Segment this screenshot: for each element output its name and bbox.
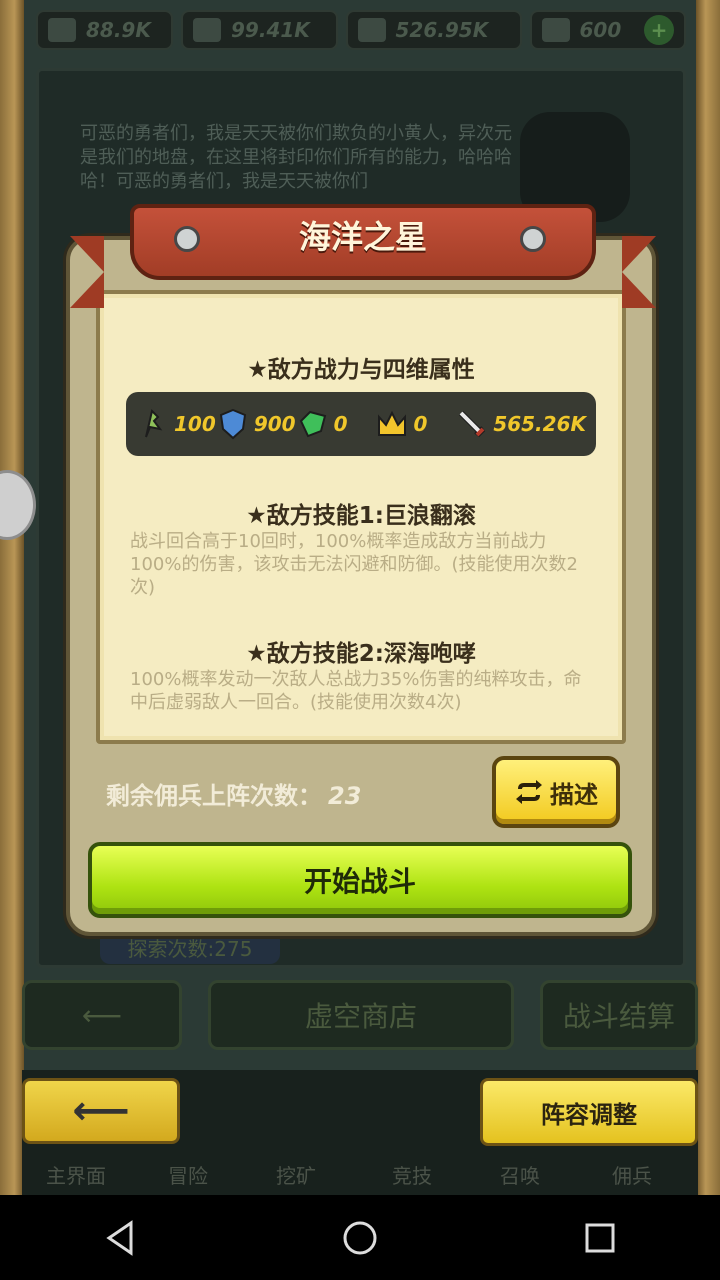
emerald-icon [299, 410, 326, 438]
stat-power: 565.26K [455, 407, 586, 441]
agility-icon [145, 409, 163, 438]
swap-arrows-icon [516, 780, 542, 804]
nav-home: 主界面 [46, 1164, 106, 1188]
skill2-heading: ★敌方技能2:深海咆哮 [246, 641, 476, 667]
remaining-deploys: 剩余佣兵上阵次数： 23 [106, 776, 361, 811]
gold-coin-icon [357, 18, 386, 42]
home-nav-icon[interactable] [330, 1208, 390, 1268]
stat-crown: 0 [375, 407, 455, 441]
resource-exp: 99.41K [181, 10, 338, 50]
add-gem-icon[interactable]: + [644, 15, 674, 45]
enemy-stats-bar: 100 900 0 0 565.26K [126, 392, 596, 456]
shield-icon [219, 408, 246, 440]
start-battle-button[interactable]: 开始战斗 [88, 842, 632, 918]
resource-value: 88.9K [86, 18, 151, 42]
remaining-value: 23 [328, 782, 362, 810]
stat-value: 100 [174, 412, 216, 436]
stat-defense: 900 [216, 407, 296, 441]
frame-border-left [0, 0, 24, 1195]
resource-value: 526.95K [395, 18, 489, 42]
stat-emerald: 0 [296, 407, 376, 441]
nav-arena: 竞技 [392, 1164, 432, 1188]
frame-border-right [696, 0, 720, 1195]
describe-button[interactable]: 描述 [492, 756, 620, 828]
nav-summon: 召唤 [500, 1164, 540, 1188]
resource-bar: 88.9K 99.41K 526.95K 600 + [36, 10, 686, 52]
stat-value: 0 [333, 412, 348, 436]
stat-value: 0 [413, 412, 428, 436]
describe-label: 描述 [550, 780, 598, 809]
resource-value: 600 [579, 18, 622, 42]
crown-icon [378, 410, 407, 436]
resource-value: 99.41K [231, 18, 310, 42]
resource-sword: 88.9K [36, 10, 174, 50]
back-button[interactable]: ⟵ [22, 1078, 180, 1144]
remaining-label: 剩余佣兵上阵次数： [106, 782, 322, 810]
system-nav-bar [0, 1195, 720, 1280]
stat-value: 900 [253, 412, 296, 436]
back-nav-icon[interactable] [90, 1208, 150, 1268]
lineup-adjust-button[interactable]: 阵容调整 [480, 1078, 698, 1146]
back-button-dim: ⟵ [22, 980, 182, 1050]
back-arrow-icon: ⟵ [72, 1088, 130, 1134]
resource-gold: 526.95K [345, 10, 522, 50]
nav-adventure: 冒险 [168, 1164, 208, 1188]
stat-value: 565.26K [493, 412, 586, 436]
stats-heading: ★敌方战力与四维属性 [247, 357, 475, 383]
gem-icon [541, 18, 570, 42]
dialog-title: 海洋之星 [298, 218, 427, 256]
exp-resource-icon [193, 18, 222, 42]
nav-mining: 挖矿 [276, 1164, 316, 1188]
battle-settle-button: 战斗结算 [540, 980, 698, 1050]
sword-resource-icon [48, 18, 76, 42]
void-shop-button: 虚空商店 [208, 980, 514, 1050]
recents-nav-icon[interactable] [570, 1208, 630, 1268]
skill1-description: 战斗回合高于10回时，100%概率造成敌方当前战力100%的伤害，该攻击无法闪避… [130, 531, 578, 598]
nav-mercenary: 佣兵 [612, 1164, 652, 1188]
story-text: 可恶的勇者们，我是天天被你们欺负的小黄人，异次元是我们的地盘，在这里将封印你们所… [80, 123, 512, 192]
resource-gem: 600 + [529, 10, 686, 50]
skill2-description: 100%概率发动一次敌人总战力35%伤害的纯粹攻击，命中后虚弱敌人一回合。(技能… [130, 669, 582, 713]
stat-agility: 100 [136, 407, 216, 441]
skill1-heading: ★敌方技能1:巨浪翻滚 [246, 503, 476, 529]
sword-icon [459, 410, 486, 438]
